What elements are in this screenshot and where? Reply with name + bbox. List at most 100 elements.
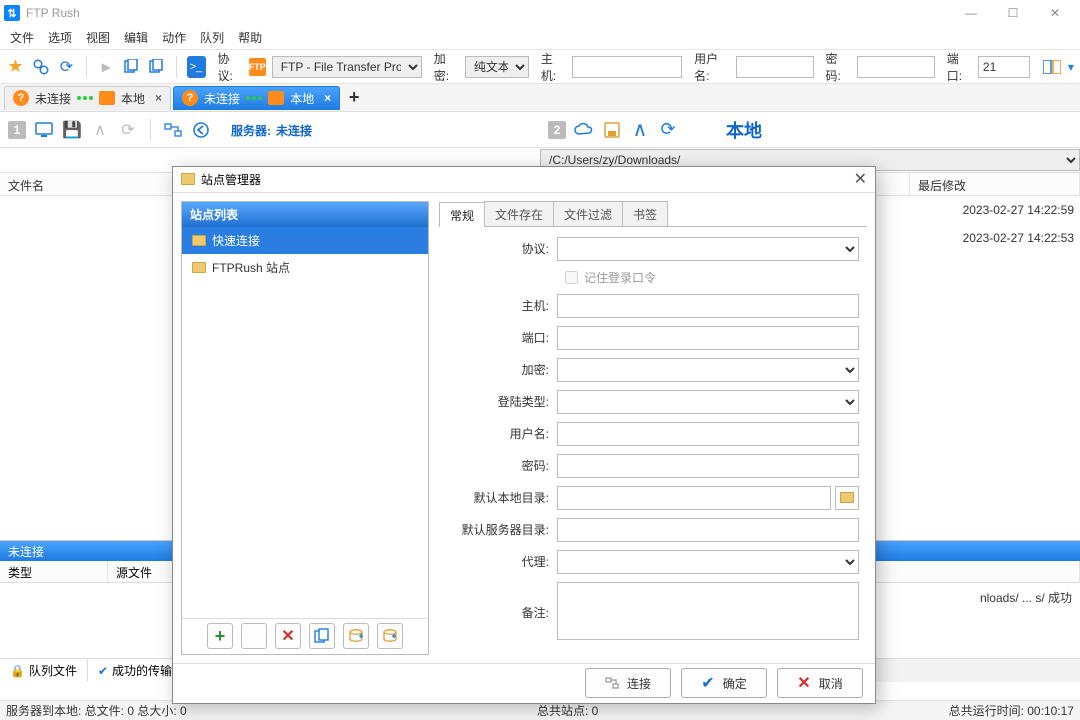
- field-proxy[interactable]: [557, 550, 859, 574]
- file-row[interactable]: 2023-02-27 14:22:53: [963, 224, 1074, 252]
- tab-queue-files[interactable]: 🔒 队列文件: [0, 659, 88, 682]
- maximize-button[interactable]: ☐: [992, 0, 1034, 26]
- menu-options[interactable]: 选项: [48, 29, 72, 46]
- refresh-icon[interactable]: ⟳: [57, 56, 76, 78]
- lbl-protocol: 协议:: [447, 240, 557, 257]
- link-icon: [605, 676, 619, 690]
- encrypt-select[interactable]: 纯文本: [465, 56, 529, 78]
- field-note[interactable]: [557, 582, 859, 640]
- menu-file[interactable]: 文件: [10, 29, 34, 46]
- host-label: 主机:: [541, 50, 564, 84]
- tree-item-ftprush[interactable]: FTPRush 站点: [182, 254, 428, 281]
- terminal-icon[interactable]: >_: [187, 56, 206, 78]
- field-protocol[interactable]: [557, 237, 859, 261]
- port-label: 端口:: [947, 50, 970, 84]
- site-list-header: 站点列表: [182, 202, 428, 227]
- question-icon: ?: [13, 90, 29, 106]
- dialog-footer: 连接 ✔确定 ✕取消: [173, 663, 875, 703]
- export-button[interactable]: [343, 623, 369, 649]
- field-user[interactable]: [557, 422, 859, 446]
- layout-icon[interactable]: [1042, 56, 1062, 78]
- site-form-panel: 常规 文件存在 文件过滤 书签 协议: 记住登录口令 主机: 端口: 加密: 登…: [439, 201, 867, 655]
- menu-help[interactable]: 帮助: [238, 29, 262, 46]
- new-folder-button[interactable]: [241, 623, 267, 649]
- layout-dropdown-icon[interactable]: ▾: [1068, 60, 1074, 74]
- save-icon[interactable]: [602, 120, 622, 140]
- tab-close-icon[interactable]: ×: [324, 91, 331, 105]
- cloud-icon[interactable]: [574, 120, 594, 140]
- protocol-select[interactable]: FTP - File Transfer Protocol: [272, 56, 422, 78]
- dialog-close-icon[interactable]: ✕: [854, 169, 867, 189]
- left-pane-title: 服务器: 未连接: [231, 119, 312, 140]
- col-modified[interactable]: 最后修改: [910, 173, 1080, 195]
- add-site-button[interactable]: +: [207, 623, 233, 649]
- tab-general[interactable]: 常规: [439, 202, 485, 227]
- tab-connection-2[interactable]: ? 未连接 本地 ×: [173, 86, 340, 110]
- host-input[interactable]: [572, 56, 682, 78]
- menubar: 文件 选项 视图 编辑 动作 队列 帮助: [0, 26, 1080, 50]
- up-icon[interactable]: ∧: [630, 120, 650, 140]
- copy2-icon[interactable]: [147, 56, 166, 78]
- ok-button[interactable]: ✔确定: [681, 668, 767, 698]
- pane-number: 1: [8, 121, 26, 139]
- circle-left-icon[interactable]: [191, 120, 211, 140]
- field-remote-dir[interactable]: [557, 518, 859, 542]
- new-tab-button[interactable]: +: [342, 87, 366, 108]
- cancel-button[interactable]: ✕取消: [777, 668, 863, 698]
- field-pass[interactable]: [557, 454, 859, 478]
- field-encrypt[interactable]: [557, 358, 859, 382]
- import-button[interactable]: [377, 623, 403, 649]
- log-line: nloads/ ... s/ 成功: [980, 589, 1072, 607]
- folder-icon: [192, 235, 206, 246]
- field-login-type[interactable]: [557, 390, 859, 414]
- field-host[interactable]: [557, 294, 859, 318]
- tab-connection-1[interactable]: ? 未连接 本地 ×: [4, 86, 171, 110]
- folder-icon: [181, 173, 195, 185]
- close-button[interactable]: ✕: [1034, 0, 1076, 26]
- file-row[interactable]: 2023-02-27 14:22:59: [963, 196, 1074, 224]
- tab-status: 未连接: [35, 90, 71, 107]
- pass-input[interactable]: [857, 56, 935, 78]
- reload-icon[interactable]: ⟳: [118, 120, 138, 140]
- link-icon[interactable]: [163, 120, 183, 140]
- chk-remember[interactable]: [565, 271, 578, 284]
- up-icon[interactable]: ∧: [90, 120, 110, 140]
- form-tabs: 常规 文件存在 文件过滤 书签: [439, 201, 867, 227]
- col-type[interactable]: 类型: [0, 561, 108, 582]
- menu-edit[interactable]: 编辑: [124, 29, 148, 46]
- lbl-local-dir: 默认本地目录:: [447, 489, 557, 506]
- minimize-button[interactable]: —: [950, 0, 992, 26]
- star-icon[interactable]: ★: [6, 56, 25, 78]
- user-input[interactable]: [736, 56, 814, 78]
- tab-label: 本地: [290, 90, 314, 107]
- tab-success-transfers[interactable]: ✔ 成功的传输: [88, 659, 183, 682]
- tab-file-exists[interactable]: 文件存在: [484, 201, 554, 226]
- menu-view[interactable]: 视图: [86, 29, 110, 46]
- save-icon[interactable]: 💾: [62, 120, 82, 140]
- copy1-icon[interactable]: [122, 56, 141, 78]
- status-runtime: 总共运行时间: 00:10:17: [949, 702, 1074, 719]
- tab-file-filter[interactable]: 文件过滤: [553, 201, 623, 226]
- dialog-title: 站点管理器: [201, 171, 261, 188]
- field-port[interactable]: [557, 326, 859, 350]
- delete-site-button[interactable]: ✕: [275, 623, 301, 649]
- port-input[interactable]: [978, 56, 1030, 78]
- connection-tabs: ? 未连接 本地 × ? 未连接 本地 × +: [0, 84, 1080, 112]
- lbl-remember: 记住登录口令: [584, 269, 664, 286]
- site-tree-toolbar: + ✕: [182, 618, 428, 654]
- menu-queue[interactable]: 队列: [200, 29, 224, 46]
- play-icon[interactable]: ▶: [97, 56, 116, 78]
- tab-bookmarks[interactable]: 书签: [622, 201, 668, 226]
- copy-site-button[interactable]: [309, 623, 335, 649]
- user-label: 用户名:: [694, 50, 727, 84]
- gears-icon[interactable]: [31, 56, 51, 78]
- lock-icon: 🔒: [10, 664, 25, 678]
- browse-local-dir-button[interactable]: [835, 486, 859, 510]
- reload-icon[interactable]: ⟳: [658, 120, 678, 140]
- tab-close-icon[interactable]: ×: [155, 91, 162, 105]
- monitor-icon[interactable]: [34, 120, 54, 140]
- field-local-dir[interactable]: [557, 486, 831, 510]
- menu-action[interactable]: 动作: [162, 29, 186, 46]
- connect-button[interactable]: 连接: [585, 668, 671, 698]
- tree-item-quickconnect[interactable]: 快速连接: [182, 227, 428, 254]
